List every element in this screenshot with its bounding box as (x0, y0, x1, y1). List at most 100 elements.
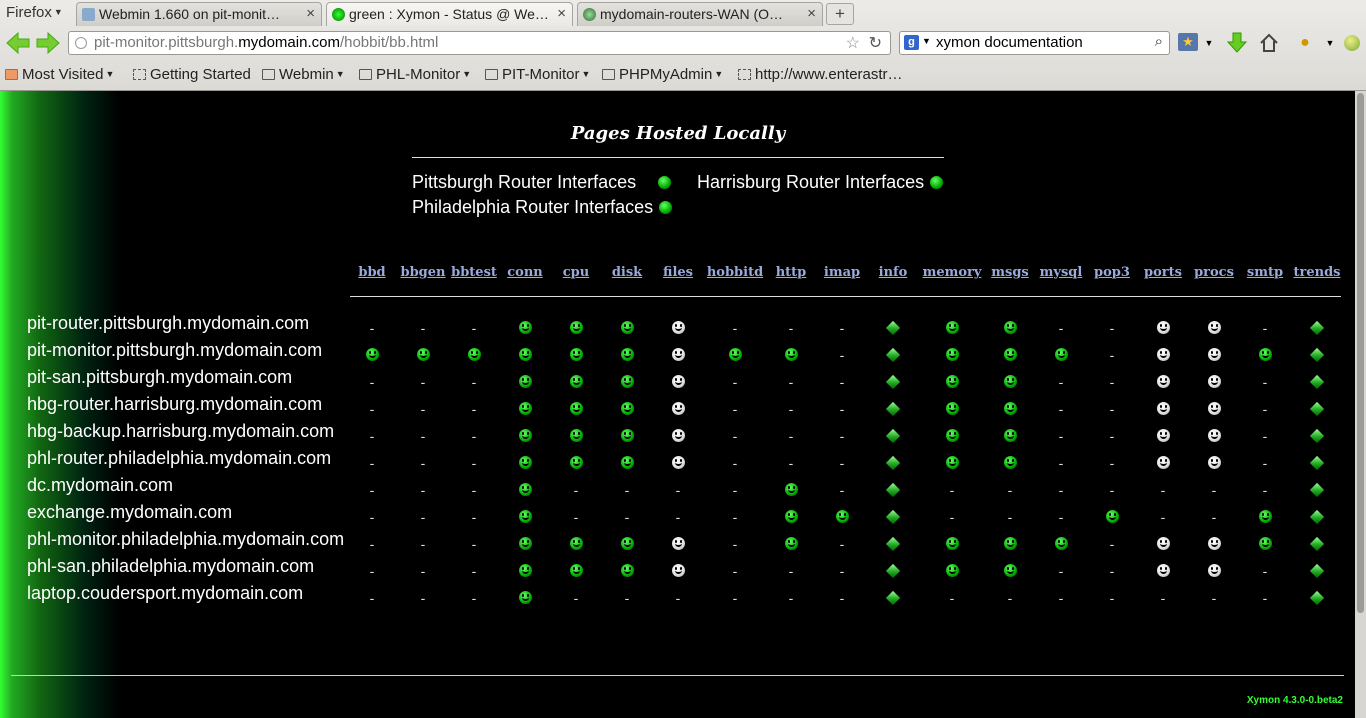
reload-icon[interactable]: ↻ (869, 33, 882, 53)
site-identity-icon[interactable] (75, 37, 87, 49)
column-header-trends[interactable]: trends (1287, 265, 1347, 280)
status-procs-clear-icon[interactable] (1207, 348, 1221, 362)
status-disk-green-icon[interactable] (620, 564, 634, 578)
bookmark-phpmyadmin[interactable]: PHPMyAdmin ▼ (602, 66, 723, 83)
addon-medal-icon[interactable]: ● (1295, 31, 1315, 55)
status-trends-green-diamond-icon[interactable] (1309, 482, 1325, 498)
search-box[interactable]: g ▼ xymon documentation ⌕ (899, 31, 1170, 55)
status-files-clear-icon[interactable] (671, 564, 685, 578)
status-cpu-green-icon[interactable] (569, 375, 583, 389)
vertical-scrollbar[interactable] (1355, 91, 1366, 718)
new-tab-button[interactable]: + (826, 3, 854, 25)
host-name[interactable]: phl-router.philadelphia.mydomain.com (27, 448, 331, 469)
status-ports-clear-icon[interactable] (1156, 321, 1170, 335)
status-cpu-green-icon[interactable] (569, 537, 583, 551)
host-name[interactable]: pit-router.pittsburgh.mydomain.com (27, 313, 309, 334)
status-conn-green-icon[interactable] (518, 348, 532, 362)
status-mysql-green-icon[interactable] (1054, 537, 1068, 551)
host-name[interactable]: pit-san.pittsburgh.mydomain.com (27, 367, 292, 388)
status-files-clear-icon[interactable] (671, 429, 685, 443)
status-msgs-green-icon[interactable] (1003, 564, 1017, 578)
status-bbd-green-icon[interactable] (365, 348, 379, 362)
status-cpu-green-icon[interactable] (569, 429, 583, 443)
search-icon[interactable]: ⌕ (1155, 33, 1163, 50)
google-search-engine-icon[interactable]: g (904, 35, 919, 50)
status-info-green-diamond-icon[interactable] (885, 536, 901, 552)
status-ports-clear-icon[interactable] (1156, 402, 1170, 416)
status-cpu-green-icon[interactable] (569, 456, 583, 470)
status-http-green-icon[interactable] (784, 483, 798, 497)
status-cpu-green-icon[interactable] (569, 321, 583, 335)
status-smtp-green-icon[interactable] (1258, 537, 1272, 551)
status-cpu-green-icon[interactable] (569, 348, 583, 362)
column-header-smtp[interactable]: smtp (1235, 265, 1295, 280)
status-trends-green-diamond-icon[interactable] (1309, 428, 1325, 444)
status-disk-green-icon[interactable] (620, 321, 634, 335)
firefox-menu-button[interactable]: Firefox ▼ (6, 4, 63, 21)
status-conn-green-icon[interactable] (518, 510, 532, 524)
status-conn-green-icon[interactable] (518, 456, 532, 470)
status-conn-green-icon[interactable] (518, 321, 532, 335)
status-http-green-icon[interactable] (784, 537, 798, 551)
status-disk-green-icon[interactable] (620, 375, 634, 389)
status-smtp-green-icon[interactable] (1258, 348, 1272, 362)
host-name[interactable]: laptop.coudersport.mydomain.com (27, 583, 303, 604)
status-msgs-green-icon[interactable] (1003, 537, 1017, 551)
status-disk-green-icon[interactable] (620, 429, 634, 443)
host-name[interactable]: pit-monitor.pittsburgh.mydomain.com (27, 340, 322, 361)
status-mysql-green-icon[interactable] (1054, 348, 1068, 362)
status-disk-green-icon[interactable] (620, 456, 634, 470)
status-procs-clear-icon[interactable] (1207, 564, 1221, 578)
status-procs-clear-icon[interactable] (1207, 456, 1221, 470)
status-info-green-diamond-icon[interactable] (885, 347, 901, 363)
chevron-down-icon[interactable]: ▼ (1203, 31, 1215, 55)
status-http-green-icon[interactable] (784, 348, 798, 362)
status-info-green-diamond-icon[interactable] (885, 563, 901, 579)
status-trends-green-diamond-icon[interactable] (1309, 374, 1325, 390)
status-conn-green-icon[interactable] (518, 375, 532, 389)
host-name[interactable]: exchange.mydomain.com (27, 502, 232, 523)
status-files-clear-icon[interactable] (671, 537, 685, 551)
status-info-green-diamond-icon[interactable] (885, 509, 901, 525)
status-procs-clear-icon[interactable] (1207, 429, 1221, 443)
status-msgs-green-icon[interactable] (1003, 429, 1017, 443)
status-info-green-diamond-icon[interactable] (885, 482, 901, 498)
status-files-clear-icon[interactable] (671, 321, 685, 335)
status-trends-green-diamond-icon[interactable] (1309, 455, 1325, 471)
status-trends-green-diamond-icon[interactable] (1309, 401, 1325, 417)
bookmark-pit-monitor[interactable]: PIT-Monitor ▼ (485, 66, 590, 83)
status-memory-green-icon[interactable] (945, 402, 959, 416)
downloads-button[interactable] (1226, 31, 1248, 55)
column-header-info[interactable]: info (863, 265, 923, 280)
status-trends-green-diamond-icon[interactable] (1309, 563, 1325, 579)
bookmark-enterasys[interactable]: http://www.enterastr… (738, 66, 903, 83)
status-ports-clear-icon[interactable] (1156, 537, 1170, 551)
bookmark-star-icon[interactable]: ☆ (846, 33, 860, 53)
status-hobbitd-green-icon[interactable] (728, 348, 742, 362)
tab-routers-wan[interactable]: mydomain-routers-WAN (O… × (577, 2, 823, 26)
status-http-green-icon[interactable] (784, 510, 798, 524)
address-bar[interactable]: pit-monitor.pittsburgh.mydomain.com/hobb… (68, 31, 891, 55)
status-memory-green-icon[interactable] (945, 429, 959, 443)
status-msgs-green-icon[interactable] (1003, 321, 1017, 335)
status-conn-green-icon[interactable] (518, 402, 532, 416)
close-icon[interactable]: × (306, 5, 315, 22)
chevron-down-icon[interactable]: ▼ (1324, 31, 1336, 55)
status-disk-green-icon[interactable] (620, 537, 634, 551)
status-info-green-diamond-icon[interactable] (885, 320, 901, 336)
home-button[interactable] (1258, 31, 1280, 55)
status-files-clear-icon[interactable] (671, 348, 685, 362)
status-conn-green-icon[interactable] (518, 537, 532, 551)
status-ports-clear-icon[interactable] (1156, 375, 1170, 389)
status-trends-green-diamond-icon[interactable] (1309, 347, 1325, 363)
status-ports-clear-icon[interactable] (1156, 348, 1170, 362)
status-ports-clear-icon[interactable] (1156, 456, 1170, 470)
status-memory-green-icon[interactable] (945, 348, 959, 362)
column-header-hobbitd[interactable]: hobbitd (705, 265, 765, 280)
back-button[interactable] (5, 31, 31, 55)
link-philadelphia-router-interfaces[interactable]: Philadelphia Router Interfaces (412, 197, 673, 218)
tab-xymon-status[interactable]: green : Xymon - Status @ We… × (326, 2, 573, 26)
status-msgs-green-icon[interactable] (1003, 375, 1017, 389)
status-info-green-diamond-icon[interactable] (885, 401, 901, 417)
addon-globe-icon[interactable] (1344, 31, 1362, 55)
